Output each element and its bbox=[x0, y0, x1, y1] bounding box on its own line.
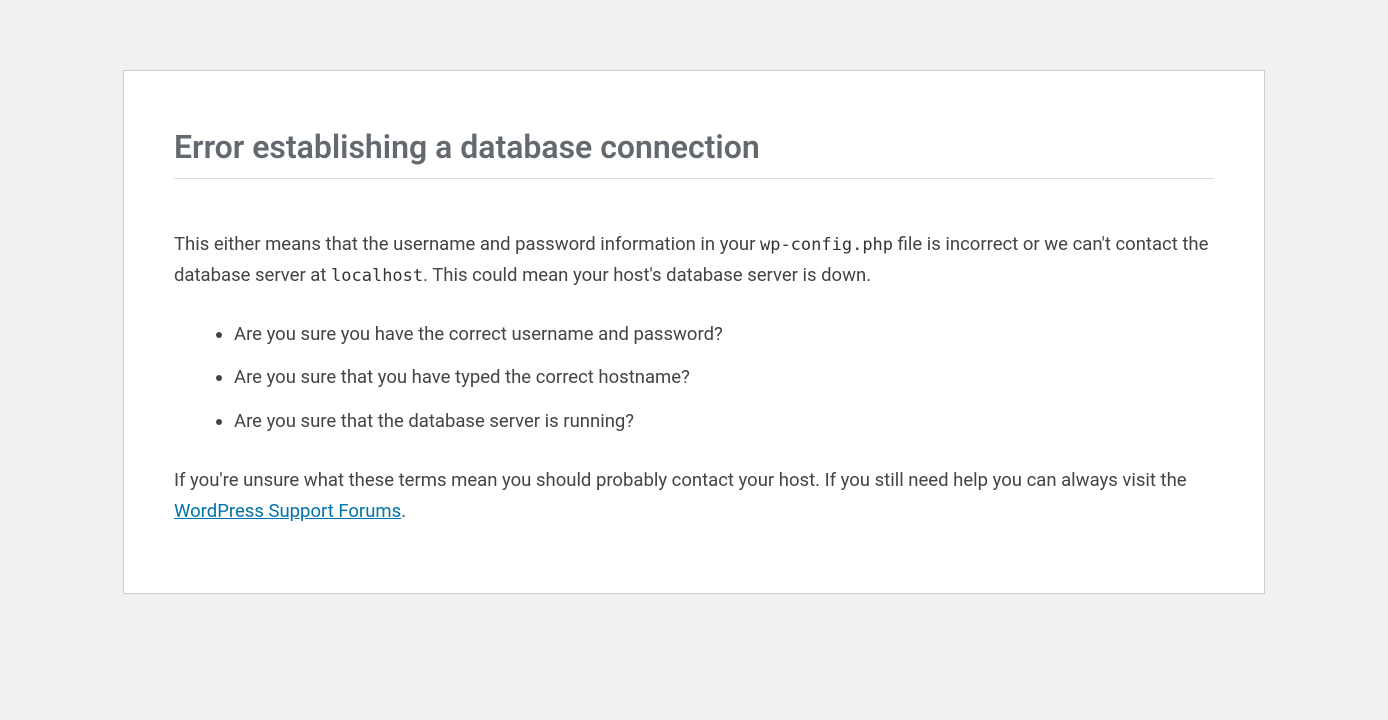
intro-text-3: . This could mean your host's database s… bbox=[423, 264, 871, 286]
db-host-code: localhost bbox=[331, 266, 423, 286]
intro-text-1: This either means that the username and … bbox=[174, 233, 760, 255]
list-item: Are you sure that the database server is… bbox=[234, 407, 1214, 437]
error-card: Error establishing a database connection… bbox=[123, 70, 1265, 594]
list-item: Are you sure you have the correct userna… bbox=[234, 320, 1214, 350]
outro-text-1: If you're unsure what these terms mean y… bbox=[174, 469, 1187, 491]
error-heading: Error establishing a database connection bbox=[174, 96, 1214, 179]
list-item: Are you sure that you have typed the cor… bbox=[234, 363, 1214, 393]
error-intro: This either means that the username and … bbox=[174, 229, 1214, 292]
support-forums-link[interactable]: WordPress Support Forums bbox=[174, 500, 401, 522]
config-file-code: wp-config.php bbox=[760, 235, 893, 255]
troubleshoot-list: Are you sure you have the correct userna… bbox=[214, 320, 1214, 437]
outro-text-2: . bbox=[401, 500, 406, 522]
error-outro: If you're unsure what these terms mean y… bbox=[174, 465, 1214, 528]
